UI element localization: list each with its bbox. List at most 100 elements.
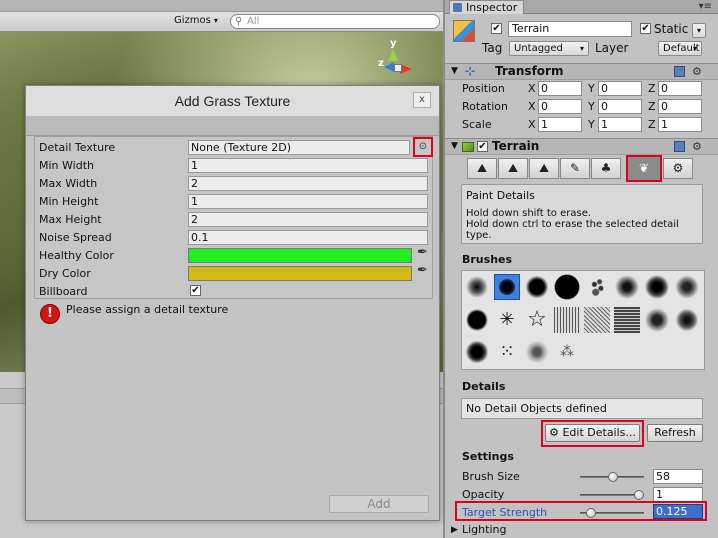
help-book-icon[interactable] (674, 141, 685, 152)
axis-z-cone-icon[interactable] (384, 62, 394, 72)
axis-z-label: Z (648, 82, 656, 95)
terrain-header[interactable]: ▼ ✔ Terrain ⚙ (445, 138, 718, 155)
foldout-arrow-icon[interactable]: ▼ (451, 64, 458, 79)
position-y-field[interactable]: 0 (598, 81, 642, 96)
place-trees-icon[interactable]: ♣ (591, 158, 621, 179)
brush-scratch-icon[interactable] (614, 307, 640, 333)
refresh-button[interactable]: Refresh (647, 424, 703, 442)
paint-details-icon[interactable]: ❦ (626, 155, 662, 182)
brush-noise-icon[interactable] (674, 307, 700, 333)
tag-dropdown[interactable]: Untagged ▾ (509, 41, 589, 56)
foldout-arrow-icon[interactable]: ▶ (451, 525, 458, 535)
axis-y-cone-icon[interactable] (388, 49, 398, 61)
paint-height-icon[interactable]: ⛰ (498, 158, 528, 179)
brush-splatter-icon[interactable] (614, 274, 640, 300)
layer-dropdown[interactable]: Default ▾ (658, 41, 702, 56)
brush-medium-icon[interactable] (524, 274, 550, 300)
tab-inspector[interactable]: Inspector (449, 0, 525, 14)
active-checkbox[interactable]: ✔ (491, 23, 502, 34)
opacity-slider[interactable] (580, 490, 644, 500)
min-height-label: Min Height (39, 195, 99, 208)
gizmos-dropdown[interactable]: Gizmos ▾ (170, 14, 222, 30)
terrain-component-icon (462, 142, 474, 152)
lighting-label[interactable]: Lighting (462, 523, 506, 536)
chevron-down-icon: ▾ (692, 44, 697, 53)
brush-speckle-icon[interactable] (584, 274, 610, 300)
axis-y-label: Y (588, 82, 595, 95)
foldout-arrow-icon[interactable]: ▼ (451, 139, 458, 154)
static-dropdown[interactable]: ▾ (692, 23, 706, 38)
brush-splatter-dense-icon[interactable] (644, 274, 670, 300)
help-book-icon[interactable] (674, 66, 685, 77)
brush-size-slider-knob[interactable] (608, 472, 619, 482)
help-title: Paint Details (466, 189, 535, 202)
rotation-y-field[interactable]: 0 (598, 99, 642, 114)
brush-dots-icon[interactable]: ⁙ (494, 339, 520, 365)
raise-lower-terrain-icon[interactable]: ⛰ (467, 158, 497, 179)
object-name-field[interactable]: Terrain (508, 21, 632, 37)
min-width-field[interactable]: 1 (188, 158, 428, 173)
scene-search-input[interactable]: ⚲ All (230, 14, 440, 29)
opacity-field[interactable]: 1 (653, 487, 703, 502)
max-width-field[interactable]: 2 (188, 176, 428, 191)
max-height-field[interactable]: 2 (188, 212, 428, 227)
brush-size-slider[interactable] (580, 472, 644, 482)
brush-star-burst-icon[interactable]: ✳ (494, 307, 520, 333)
rotation-z-field[interactable]: 0 (658, 99, 702, 114)
details-list[interactable]: No Detail Objects defined (461, 398, 703, 419)
max-width-label: Max Width (39, 177, 98, 190)
transform-header[interactable]: ▼ ⊹ Transform ⚙ (445, 63, 718, 80)
brush-scatter-icon[interactable]: ⁂ (554, 339, 580, 365)
noise-spread-field[interactable]: 0.1 (188, 230, 428, 245)
paint-texture-brush-icon[interactable]: ✎ (560, 158, 590, 179)
panel-menu-icon[interactable]: ▾≡ (699, 1, 712, 12)
scale-z-field[interactable]: 1 (658, 117, 702, 132)
edit-details-button[interactable]: ⚙ Edit Details... (545, 424, 640, 442)
brush-size-field[interactable]: 58 (653, 469, 703, 484)
scale-y-field[interactable]: 1 (598, 117, 642, 132)
opacity-label: Opacity (462, 488, 505, 501)
dry-color-swatch[interactable] (188, 266, 412, 281)
rotation-x-field[interactable]: 0 (538, 99, 582, 114)
brush-hard-large-icon[interactable] (554, 274, 580, 300)
opacity-slider-knob[interactable] (634, 490, 644, 500)
brush-cloud-icon[interactable] (464, 307, 490, 333)
static-checkbox[interactable]: ✔ (640, 23, 651, 34)
scale-x-field[interactable]: 1 (538, 117, 582, 132)
healthy-color-label: Healthy Color (39, 249, 114, 262)
brush-blob-icon[interactable] (464, 339, 490, 365)
close-icon[interactable]: x (413, 92, 431, 108)
brush-selected-icon[interactable] (494, 274, 520, 300)
rotation-label: Rotation (462, 100, 509, 113)
terrain-enabled-checkbox[interactable]: ✔ (477, 141, 488, 152)
position-x-field[interactable]: 0 (538, 81, 582, 96)
static-label: Static (654, 22, 689, 36)
target-strength-field[interactable]: 0.125 (653, 504, 703, 519)
paint-details-help-box: Paint Details Hold down shift to erase. … (461, 184, 703, 244)
detail-texture-field[interactable]: None (Texture 2D) (188, 140, 410, 155)
brush-soft-small-icon[interactable] (464, 274, 490, 300)
scene-orientation-gizmo[interactable]: y z (372, 36, 432, 84)
min-height-field[interactable]: 1 (188, 194, 428, 209)
target-strength-slider[interactable] (580, 508, 644, 518)
gizmo-center-cube-icon[interactable] (394, 64, 402, 72)
brush-rough-icon[interactable] (674, 274, 700, 300)
gear-icon[interactable]: ⚙ (692, 139, 702, 154)
terrain-settings-gear-icon[interactable]: ⚙ (663, 158, 693, 179)
object-picker-icon[interactable]: ⊙ (413, 137, 433, 157)
axis-z-label: z (378, 58, 384, 69)
brush-lines-icon[interactable] (554, 307, 580, 333)
gear-icon[interactable]: ⚙ (692, 64, 702, 79)
brush-grunge-icon[interactable] (644, 307, 670, 333)
chevron-down-icon: ▾ (213, 16, 218, 25)
brush-grain-icon[interactable] (584, 307, 610, 333)
position-z-field[interactable]: 0 (658, 81, 702, 96)
eyedropper-icon[interactable]: ✒ (417, 263, 428, 278)
add-button[interactable]: Add (329, 495, 429, 513)
eyedropper-icon[interactable]: ✒ (417, 245, 428, 260)
billboard-checkbox[interactable]: ✔ (190, 285, 201, 296)
brush-star-outline-icon[interactable]: ☆ (524, 307, 550, 333)
healthy-color-swatch[interactable] (188, 248, 412, 263)
smooth-height-icon[interactable]: ⛰ (529, 158, 559, 179)
brush-sparse-icon[interactable] (524, 339, 550, 365)
